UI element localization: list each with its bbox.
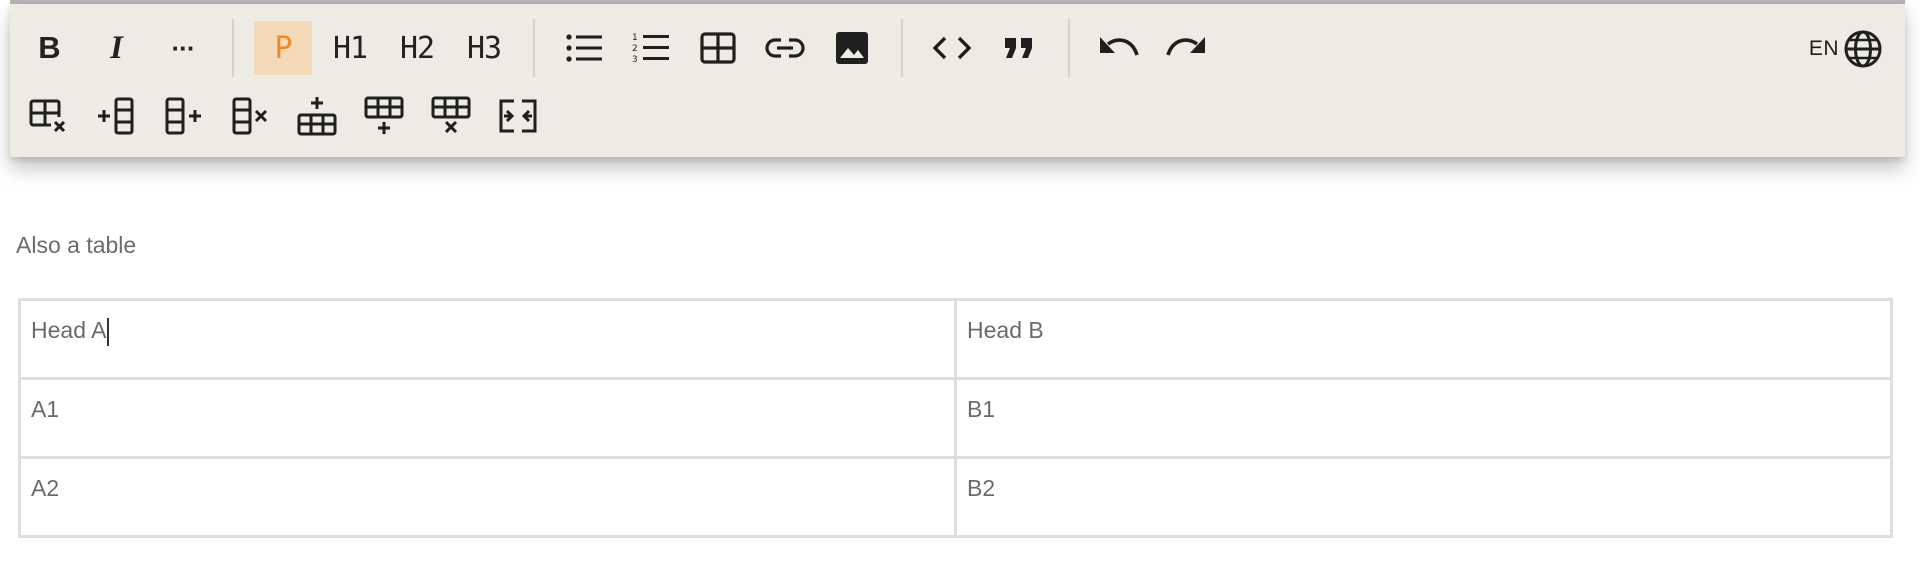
cell-text: Head B <box>967 317 1044 343</box>
bullet-list-icon <box>566 34 602 62</box>
toolbar-separator <box>232 19 234 77</box>
toolbar-separator <box>533 19 535 77</box>
numbered-list-button[interactable]: 1 2 3 <box>622 21 680 75</box>
undo-icon <box>1100 37 1139 56</box>
table-cell[interactable]: B1 <box>954 377 1893 459</box>
heading2-label: H2 <box>399 30 435 66</box>
add-row-after-icon <box>364 96 404 134</box>
delete-table-button[interactable] <box>20 89 78 143</box>
table-cell[interactable]: Head A <box>18 298 957 380</box>
table-cell[interactable]: A2 <box>18 456 957 538</box>
heading1-button[interactable]: H1 <box>321 21 379 75</box>
redo-button[interactable] <box>1157 21 1215 75</box>
table-row: Head A Head B <box>18 298 1893 380</box>
delete-row-icon <box>431 96 471 134</box>
more-label: ··· <box>171 32 196 63</box>
paragraph-label: P <box>274 30 292 66</box>
table-button[interactable] <box>689 21 747 75</box>
link-button[interactable] <box>756 21 814 75</box>
paragraph-text[interactable]: Also a table <box>16 228 1896 262</box>
heading1-label: H1 <box>332 30 368 66</box>
quote-icon <box>1005 38 1032 58</box>
bold-label: B <box>38 30 60 65</box>
toolbar-row-table <box>20 87 556 145</box>
delete-column-button[interactable] <box>221 89 279 143</box>
editor-content[interactable]: Also a table Head A Head B A1 B1 A2 B2 <box>16 228 1896 538</box>
paragraph-button[interactable]: P <box>254 21 312 75</box>
toolbar-separator <box>1068 19 1070 77</box>
quote-button[interactable] <box>990 21 1048 75</box>
table-cell[interactable]: A1 <box>18 377 957 459</box>
heading3-button[interactable]: H3 <box>455 21 513 75</box>
editor-toolbar: B I ··· P H1 H2 H3 1 2 3 EN <box>10 4 1905 157</box>
bold-button[interactable]: B <box>20 21 78 75</box>
svg-text:2: 2 <box>632 44 638 54</box>
numbered-list-icon: 1 2 3 <box>632 33 669 65</box>
more-button[interactable]: ··· <box>154 21 212 75</box>
image-button[interactable] <box>823 21 881 75</box>
add-column-after-button[interactable] <box>154 89 212 143</box>
cell-text: B1 <box>967 396 996 422</box>
cell-text: B2 <box>967 475 996 501</box>
merge-cells-icon <box>499 99 537 133</box>
heading2-button[interactable]: H2 <box>388 21 446 75</box>
code-button[interactable] <box>923 21 981 75</box>
cell-text: A2 <box>31 475 60 501</box>
table-row: A1 B1 <box>18 377 1893 459</box>
table-row: A2 B2 <box>18 456 1893 538</box>
add-row-before-icon <box>297 97 337 136</box>
add-row-after-button[interactable] <box>355 89 413 143</box>
svg-text:1: 1 <box>632 33 638 43</box>
language-code: EN <box>1808 37 1839 60</box>
toolbar-row-formatting: B I ··· P H1 H2 H3 1 2 3 <box>20 19 1224 77</box>
heading3-label: H3 <box>466 30 502 66</box>
delete-column-icon <box>232 97 268 135</box>
add-row-before-button[interactable] <box>288 89 346 143</box>
add-column-before-icon <box>98 97 134 135</box>
image-icon <box>836 32 868 64</box>
table-cell[interactable]: B2 <box>954 456 1893 538</box>
bullet-list-button[interactable] <box>555 21 613 75</box>
table-icon <box>700 32 736 64</box>
code-icon <box>932 36 972 60</box>
add-column-after-icon <box>165 97 201 135</box>
undo-button[interactable] <box>1090 21 1148 75</box>
add-column-before-button[interactable] <box>87 89 145 143</box>
toolbar-separator <box>901 19 903 77</box>
delete-table-icon <box>29 99 67 133</box>
redo-icon <box>1166 37 1205 56</box>
link-icon <box>765 38 805 58</box>
text-cursor <box>107 317 110 346</box>
cell-text: Head A <box>31 317 107 343</box>
table-cell[interactable]: Head B <box>954 298 1893 380</box>
italic-button[interactable]: I <box>87 21 145 75</box>
delete-row-button[interactable] <box>422 89 480 143</box>
merge-cells-button[interactable] <box>489 89 547 143</box>
globe-icon <box>1844 30 1882 68</box>
cell-text: A1 <box>31 396 60 422</box>
language-selector[interactable]: EN <box>1809 24 1883 74</box>
italic-label: I <box>110 29 123 66</box>
content-table: Head A Head B A1 B1 A2 B2 <box>18 298 1893 538</box>
svg-text:3: 3 <box>632 55 638 65</box>
